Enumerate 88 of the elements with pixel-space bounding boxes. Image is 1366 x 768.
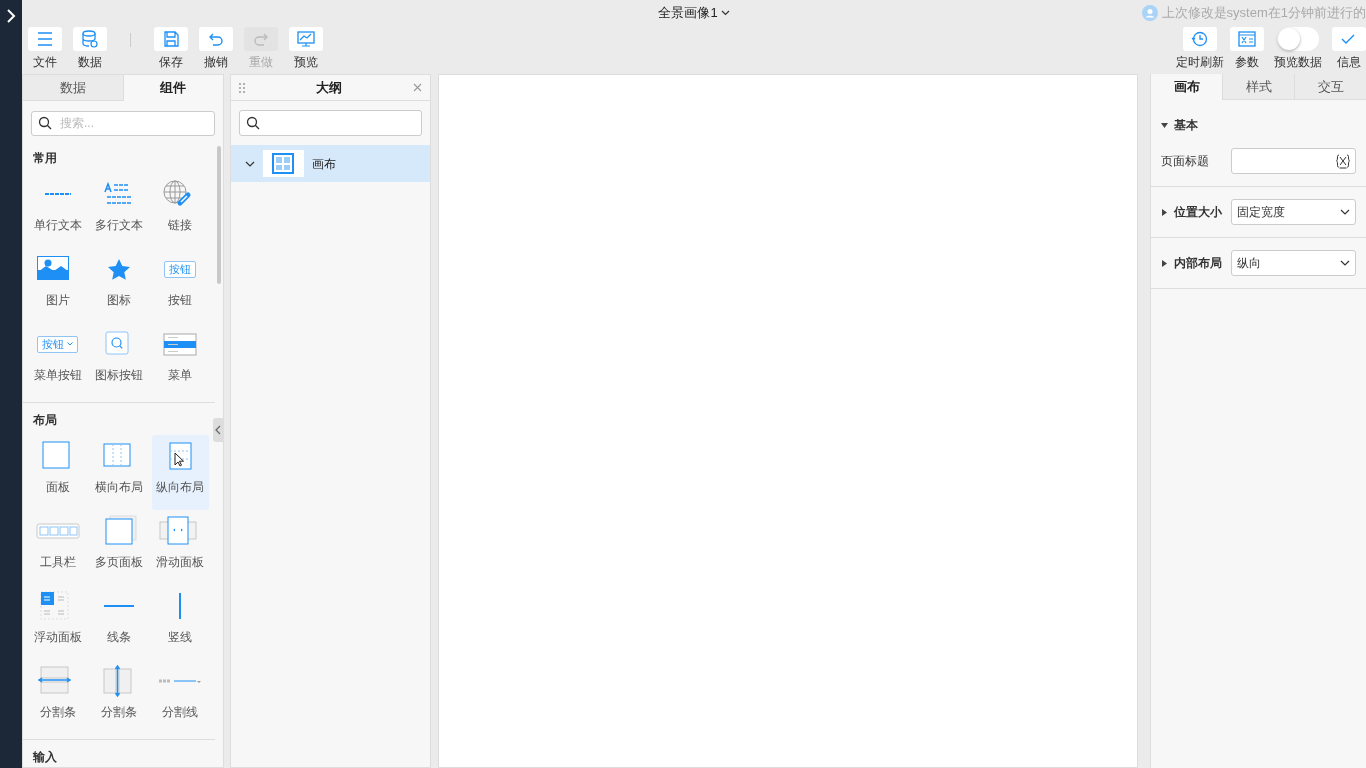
grid-icon <box>263 150 304 177</box>
component-tile[interactable]: 分割条 <box>29 660 87 735</box>
component-tile[interactable]: 菜单 <box>151 323 209 398</box>
search-icon <box>246 116 260 130</box>
text-line-icon <box>44 193 71 195</box>
panel-tab[interactable]: 数据 <box>23 75 124 101</box>
section-heading: 常用 <box>32 150 58 167</box>
toolbar-label: 文件 <box>33 54 57 71</box>
scrollbar[interactable] <box>217 146 221 284</box>
toolbar-label: 信息 <box>1337 54 1361 71</box>
toggle-switch[interactable] <box>1277 27 1319 51</box>
star-icon <box>108 258 130 280</box>
text-field[interactable] <box>1231 148 1356 174</box>
clock-button[interactable] <box>1183 27 1217 51</box>
toolbar-label: 保存 <box>159 54 183 71</box>
menu-button[interactable] <box>28 27 62 51</box>
vertical-line-icon <box>179 593 182 619</box>
document-title[interactable]: 全景画像1 <box>658 3 730 23</box>
component-tile[interactable]: 多页面板 <box>90 510 148 585</box>
last-modified-notice: 上次修改是system在1分钟前进行的 <box>1161 4 1366 22</box>
close-icon[interactable] <box>413 83 422 92</box>
database-button[interactable] <box>73 27 107 51</box>
panel-tab[interactable]: 样式 <box>1222 74 1294 100</box>
toggle-label: 预览数据 <box>1274 54 1322 71</box>
button-sample-text: 按钮 <box>42 338 65 350</box>
group-header[interactable]: 位置大小 <box>1161 203 1222 221</box>
button-sample-text: 按钮 <box>169 263 192 275</box>
monitor-button[interactable] <box>289 27 323 51</box>
save-button[interactable] <box>154 27 188 51</box>
triangle-right-icon <box>1161 259 1168 267</box>
section-heading: 布局 <box>32 412 58 429</box>
component-tile[interactable]: 按钮 按钮 <box>151 248 209 323</box>
toolbar-label: 参数 <box>1235 54 1259 71</box>
tree-item[interactable]: 画布 <box>231 145 430 182</box>
undo-button[interactable] <box>199 27 233 51</box>
field-label: 页面标题 <box>1161 153 1209 170</box>
menu-sample-icon <box>163 332 198 356</box>
toolbar-label: 撤销 <box>204 54 228 71</box>
component-tile[interactable]: 单行文本 <box>29 173 87 248</box>
variable-button[interactable] <box>1230 27 1264 51</box>
user-icon <box>1141 4 1158 21</box>
toolbar-label: 数据 <box>78 54 102 71</box>
section-heading: 输入 <box>31 749 58 766</box>
triangle-down-icon <box>1161 121 1168 129</box>
component-tile[interactable]: 图片 <box>29 248 87 323</box>
chevron-down-icon <box>1340 260 1350 266</box>
component-tile[interactable]: 分割线 <box>151 660 209 735</box>
triangle-right-icon <box>1161 208 1168 216</box>
toolbar-label: 预览 <box>294 54 318 71</box>
component-tile[interactable]: 图标按钮 <box>90 323 148 398</box>
component-tile[interactable]: 滑动面板 <box>151 510 209 585</box>
collapse-handle[interactable] <box>213 418 223 442</box>
panel-tab[interactable]: 交互 <box>1294 74 1366 100</box>
group-header[interactable]: 内部布局 <box>1161 254 1222 272</box>
caret-icon <box>720 9 730 16</box>
expand-icon[interactable] <box>6 8 16 24</box>
chevron-left-icon <box>215 425 221 435</box>
caret-icon <box>67 342 74 346</box>
drag-handle-icon[interactable] <box>239 82 245 93</box>
component-tile[interactable]: 浮动面板 <box>29 585 87 660</box>
search-field[interactable]: 搜索... <box>31 110 215 136</box>
group-header[interactable]: 基本 <box>1161 116 1356 134</box>
toolbar-label: 定时刷新 <box>1176 54 1224 71</box>
dropdown-field[interactable]: 纵向 <box>1231 250 1356 276</box>
horizontal-line-icon <box>104 605 134 607</box>
divider-sample-icon <box>159 679 202 683</box>
component-tile[interactable]: 图标 <box>90 248 148 323</box>
text-lines-icon <box>105 184 133 204</box>
component-tile[interactable]: 工具栏 <box>29 510 87 585</box>
search-icon <box>38 116 52 130</box>
component-tile[interactable]: 线条 <box>90 585 148 660</box>
component-tile[interactable]: 横向布局 <box>90 435 148 510</box>
component-tile[interactable]: 纵向布局 <box>151 435 209 510</box>
component-tile[interactable]: 链接 <box>151 173 209 248</box>
tree-label: 画布 <box>312 155 336 173</box>
component-tile[interactable]: 面板 <box>29 435 87 510</box>
search-field[interactable] <box>239 110 422 136</box>
chevron-down-icon <box>1340 209 1350 215</box>
panel-title: 大纲 <box>315 78 343 97</box>
dropdown-field[interactable]: 固定宽度 <box>1231 199 1356 225</box>
component-tile[interactable]: 按钮 菜单按钮 <box>29 323 87 398</box>
check-button[interactable] <box>1332 27 1366 51</box>
rows-layout-icon <box>168 442 192 470</box>
component-tile[interactable]: 多行文本 <box>90 173 148 248</box>
component-tile[interactable]: 竖线 <box>151 585 209 660</box>
variable-icon[interactable] <box>1335 153 1351 169</box>
toolbar-label: 重做 <box>249 54 273 71</box>
component-tile[interactable]: 分割条 <box>90 660 148 735</box>
